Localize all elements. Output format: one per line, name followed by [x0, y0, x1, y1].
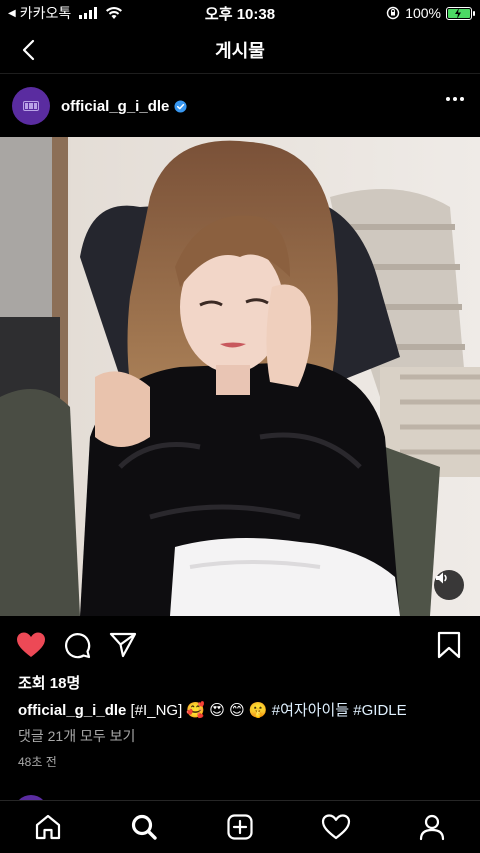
- bookmark-icon: [437, 631, 461, 659]
- share-button[interactable]: [108, 630, 138, 660]
- orientation-lock-icon: [386, 6, 400, 20]
- bottom-tab-bar: [0, 800, 480, 853]
- view-all-comments-link[interactable]: 댓글 21개 모두 보기: [18, 726, 135, 746]
- more-options-button[interactable]: [446, 97, 464, 101]
- heart-icon: [17, 632, 45, 657]
- tab-profile[interactable]: [408, 805, 456, 849]
- comment-icon: [65, 633, 91, 659]
- volume-icon: [436, 572, 447, 584]
- caption-text[interactable]: [#I_NG]: [131, 702, 183, 719]
- home-icon: [35, 814, 61, 840]
- verified-badge-icon: [174, 99, 187, 113]
- video-frame-image: [0, 137, 480, 616]
- nav-header: 게시물: [0, 26, 480, 74]
- post-timestamp: 48초 전: [18, 755, 57, 769]
- avatar[interactable]: [12, 87, 50, 125]
- emoji-heart-eyes: 😍: [209, 702, 225, 719]
- tab-home[interactable]: [24, 805, 72, 849]
- activity-icon: [321, 814, 351, 840]
- post-header: official_g_i_dle: [0, 75, 480, 137]
- post-actions: [0, 626, 480, 664]
- page-title: 게시물: [215, 40, 265, 61]
- carrier-label[interactable]: 카카오톡: [20, 3, 72, 23]
- profile-icon: [419, 814, 445, 841]
- wifi-icon: [106, 7, 123, 19]
- battery-percent: 100%: [405, 5, 441, 21]
- tab-activity[interactable]: [312, 805, 360, 849]
- caption-username[interactable]: official_g_i_dle: [18, 702, 126, 719]
- avatar-logo-icon: [23, 101, 39, 111]
- post-video[interactable]: [0, 137, 480, 616]
- chevron-left-icon: [22, 39, 35, 61]
- hashtag-link[interactable]: #여자아이들: [272, 702, 349, 719]
- more-dot-icon: [460, 97, 464, 101]
- signal-icon: [79, 7, 98, 19]
- emoji-smile: 😊: [229, 702, 245, 719]
- add-icon: [227, 814, 253, 840]
- more-dot-icon: [446, 97, 450, 101]
- status-bar: ◀ 카카오톡 오후 10:38 100%: [0, 0, 480, 26]
- tab-search[interactable]: [120, 805, 168, 849]
- status-right: 100%: [386, 5, 475, 21]
- post-username[interactable]: official_g_i_dle: [61, 98, 169, 115]
- back-button[interactable]: [16, 36, 40, 64]
- battery-icon: [446, 6, 475, 20]
- view-count[interactable]: 조회 18명: [18, 672, 80, 693]
- like-button[interactable]: [16, 630, 46, 660]
- emoji-smiling-hearts: 🥰: [186, 702, 206, 719]
- status-left: ◀ 카카오톡: [8, 3, 123, 23]
- search-icon: [131, 814, 157, 840]
- volume-button[interactable]: [434, 570, 464, 600]
- post-caption: official_g_i_dle [#I_NG] 🥰 😍 😊 🤫 #여자아이들 …: [18, 699, 468, 720]
- save-button[interactable]: [434, 630, 464, 660]
- hashtag-link[interactable]: #GIDLE: [353, 702, 406, 719]
- share-icon: [109, 632, 137, 658]
- back-to-app-icon[interactable]: ◀: [8, 8, 16, 19]
- comment-button[interactable]: [62, 630, 92, 660]
- tab-new-post[interactable]: [216, 805, 264, 849]
- more-dot-icon: [453, 97, 457, 101]
- emoji-shush: 🤫: [248, 702, 268, 719]
